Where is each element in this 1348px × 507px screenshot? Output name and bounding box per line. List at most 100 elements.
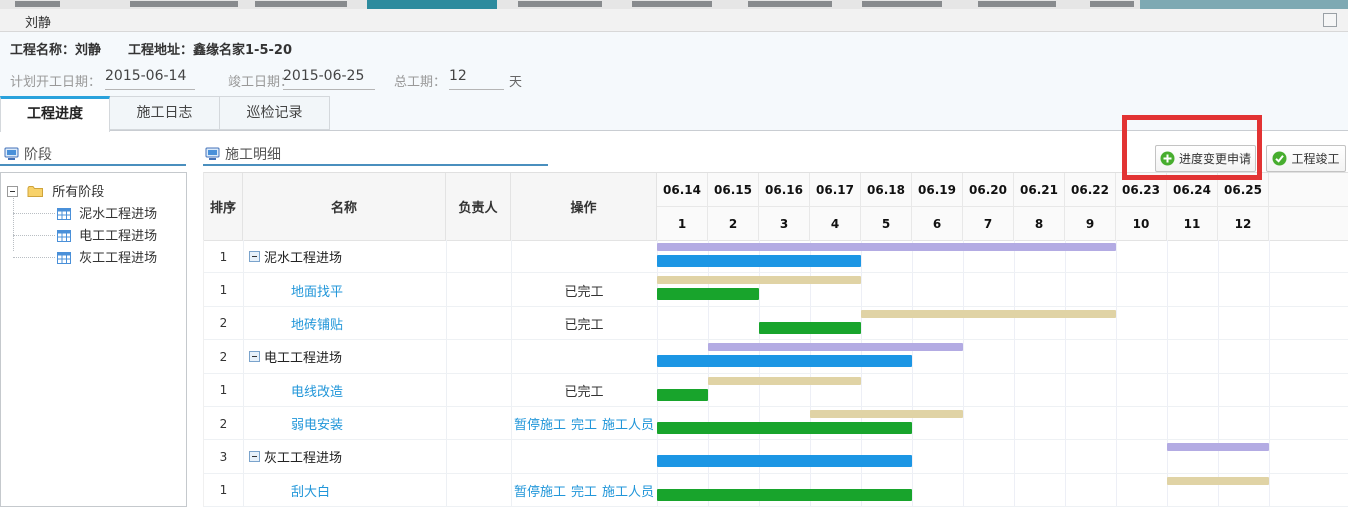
progress-change-request-label: 进度变更申请	[1179, 150, 1251, 167]
gantt-day-number-cell: 2	[708, 207, 759, 241]
column-divider	[446, 240, 447, 507]
project-dates-bar: 计划开工日期： 2015-06-14 竣工日期： 2015-06-25 总工期：…	[0, 60, 1348, 96]
gantt-gridline	[1218, 240, 1219, 507]
project-complete-button[interactable]: 工程竣工	[1266, 145, 1346, 172]
operation-link[interactable]: 完工	[571, 414, 597, 433]
dialog-title: 刘静	[25, 12, 51, 31]
gantt-day-number-cell: 12	[1218, 207, 1269, 241]
duration-field[interactable]: 12	[449, 68, 504, 90]
gantt-day-number-cell: 11	[1167, 207, 1218, 241]
group-collapse-icon[interactable]	[249, 351, 260, 362]
gantt-date-cell: 06.19	[912, 173, 963, 207]
row-order: 1	[204, 240, 243, 273]
gantt-gridline	[1065, 240, 1066, 507]
tab-project-progress[interactable]: 工程进度	[0, 96, 110, 132]
gantt-day-number-cell: 8	[1014, 207, 1065, 241]
app-window: 刘静 工程名称：刘静 工程地址：鑫缘名家1-5-20 计划开工日期： 2015-…	[0, 0, 1348, 507]
start-date-field[interactable]: 2015-06-14	[105, 68, 195, 90]
tree-node-label[interactable]: 所有阶段	[52, 185, 104, 200]
gantt-gridline	[1014, 240, 1015, 507]
detail-section-title: 施工明细	[225, 147, 281, 163]
group-collapse-icon[interactable]	[249, 451, 260, 462]
gantt-date-cell: 06.17	[810, 173, 861, 207]
project-address-value: 鑫缘名家1-5-20	[193, 43, 292, 58]
gantt-plan-bar-task	[810, 410, 963, 418]
finish-date-field[interactable]: 2015-06-25	[283, 68, 375, 90]
gantt-plan-bar-task	[657, 276, 861, 284]
project-complete-label: 工程竣工	[1291, 150, 1339, 167]
row-operation: 已完工	[511, 307, 657, 340]
tree-node-stage-3[interactable]: 灰工工程进场	[57, 247, 157, 267]
gantt-date-cell: 06.18	[861, 173, 912, 207]
maximize-icon[interactable]	[1323, 13, 1337, 27]
tree-node-stage-1[interactable]: 泥水工程进场	[57, 203, 157, 223]
tab-inspection-record[interactable]: 巡检记录	[220, 96, 330, 130]
tree-node-label[interactable]: 灰工工程进场	[79, 251, 157, 266]
gantt-date-cell: 06.16	[759, 173, 810, 207]
operation-link[interactable]: 施工人员	[602, 481, 654, 500]
gantt-header-spacer	[1269, 207, 1348, 241]
tab-construction-log[interactable]: 施工日志	[110, 96, 220, 130]
menu-item-blob	[748, 1, 832, 7]
menu-item-blob	[130, 1, 238, 7]
row-order: 3	[204, 440, 243, 473]
group-name-label: 灰工工程进场	[264, 447, 342, 466]
col-header-owner: 负责人	[446, 173, 511, 241]
row-order: 1	[204, 374, 243, 407]
group-collapse-icon[interactable]	[249, 251, 260, 262]
menu-item-blob	[518, 1, 602, 7]
monitor-icon	[4, 147, 19, 161]
stage-section-underline	[0, 164, 186, 166]
row-order: 1	[204, 474, 243, 507]
tab-baseline	[0, 130, 1348, 131]
progress-change-request-button[interactable]: 进度变更申请	[1155, 145, 1256, 172]
menu-item-blob	[255, 1, 347, 7]
tree-node-label[interactable]: 电工工程进场	[79, 229, 157, 244]
duration-unit: 天	[509, 71, 522, 90]
row-operation: 暂停施工完工施工人员	[511, 407, 657, 440]
operation-link[interactable]: 暂停施工	[514, 414, 566, 433]
tree-node-stage-2[interactable]: 电工工程进场	[57, 225, 157, 245]
menu-item-active	[367, 0, 497, 9]
row-operation: 已完工	[511, 374, 657, 407]
tree-collapse-icon[interactable]	[7, 186, 18, 197]
detail-section-header: 施工明细	[205, 144, 281, 164]
gantt-plan-bar-group	[708, 343, 963, 351]
gantt-plan-bar-group	[657, 243, 1116, 251]
gantt-plan-bar-task	[708, 377, 861, 385]
row-name-group: 灰工工程进场	[243, 440, 446, 473]
row-order: 2	[204, 407, 243, 440]
menu-item-blob	[862, 1, 942, 7]
gantt-actual-bar-group	[657, 355, 912, 367]
task-name-link[interactable]: 地砖铺贴	[291, 314, 343, 333]
gantt-day-number-cell: 3	[759, 207, 810, 241]
task-name-link[interactable]: 弱电安装	[291, 414, 343, 433]
operation-link[interactable]: 完工	[571, 481, 597, 500]
gantt-day-number-cell: 7	[963, 207, 1014, 241]
check-circle-icon	[1272, 151, 1287, 166]
row-order: 1	[204, 273, 243, 306]
gantt-day-number-cell: 5	[861, 207, 912, 241]
tree-node-all-stages[interactable]: 所有阶段	[7, 181, 104, 201]
task-name-link[interactable]: 电线改造	[291, 381, 343, 400]
gantt-date-cell: 06.25	[1218, 173, 1269, 207]
gantt-plan-bar-task	[1167, 477, 1269, 485]
table-icon	[57, 208, 71, 220]
task-name-link[interactable]: 刮大白	[291, 481, 330, 500]
task-name-link[interactable]: 地面找平	[291, 281, 343, 300]
col-header-operation: 操作	[511, 173, 657, 241]
monitor-icon	[205, 147, 220, 161]
operation-link[interactable]: 暂停施工	[514, 481, 566, 500]
gantt-day-number-cell: 6	[912, 207, 963, 241]
row-name-group: 电工工程进场	[243, 340, 446, 373]
gantt-actual-bar-task	[657, 489, 912, 501]
operation-link[interactable]: 施工人员	[602, 414, 654, 433]
project-address-label: 工程地址：	[128, 43, 193, 58]
tree-guide-line	[13, 257, 55, 258]
gantt-date-cell: 06.22	[1065, 173, 1116, 207]
row-name-task: 地砖铺贴	[243, 307, 446, 340]
row-name-task: 弱电安装	[243, 407, 446, 440]
menu-item-blob	[15, 1, 60, 7]
project-name-label: 工程名称：	[10, 43, 75, 58]
tree-node-label[interactable]: 泥水工程进场	[79, 207, 157, 222]
